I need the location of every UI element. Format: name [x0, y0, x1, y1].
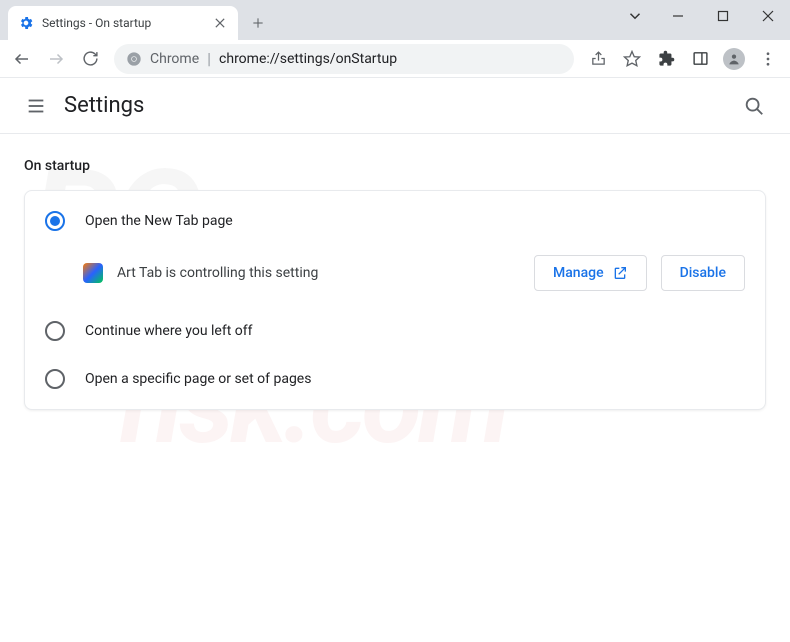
search-settings-button[interactable]: [734, 86, 774, 126]
disable-extension-button[interactable]: Disable: [661, 255, 745, 291]
chrome-logo-icon: [126, 51, 142, 67]
reload-button[interactable]: [74, 43, 106, 75]
page-title: Settings: [64, 93, 144, 118]
section-title: On startup: [24, 158, 766, 174]
forward-button[interactable]: [40, 43, 72, 75]
radio-option-new-tab[interactable]: Open the New Tab page: [25, 197, 765, 245]
browser-tab[interactable]: Settings - On startup: [8, 6, 238, 40]
share-button[interactable]: [582, 43, 614, 75]
url-text: chrome://settings/onStartup: [219, 51, 397, 67]
notice-text: Art Tab is controlling this setting: [117, 265, 520, 281]
browser-toolbar: Chrome | chrome://settings/onStartup: [0, 40, 790, 78]
window-controls: [615, 0, 790, 32]
window-maximize-button[interactable]: [700, 0, 745, 32]
external-link-icon: [612, 265, 628, 281]
radio-unchecked-icon: [45, 369, 65, 389]
extension-icon: [83, 263, 103, 283]
radio-label: Continue where you left off: [85, 323, 253, 339]
settings-content: On startup Open the New Tab page Art Tab…: [0, 134, 790, 434]
side-panel-button[interactable]: [684, 43, 716, 75]
startup-options-card: Open the New Tab page Art Tab is control…: [24, 190, 766, 410]
manage-label: Manage: [553, 265, 604, 281]
extension-controlled-notice: Art Tab is controlling this setting Mana…: [25, 245, 765, 307]
settings-header: Settings: [0, 78, 790, 134]
window-minimize-button[interactable]: [655, 0, 700, 32]
settings-gear-icon: [18, 15, 34, 31]
bookmark-button[interactable]: [616, 43, 648, 75]
url-scheme-label: Chrome: [150, 51, 199, 67]
new-tab-button[interactable]: [244, 9, 272, 37]
tab-title: Settings - On startup: [42, 16, 204, 30]
tab-close-button[interactable]: [212, 15, 228, 31]
chrome-menu-button[interactable]: [752, 43, 784, 75]
radio-label: Open the New Tab page: [85, 213, 233, 229]
radio-option-continue[interactable]: Continue where you left off: [25, 307, 765, 355]
hamburger-menu-button[interactable]: [16, 86, 56, 126]
profile-button[interactable]: [718, 43, 750, 75]
address-bar[interactable]: Chrome | chrome://settings/onStartup: [114, 44, 574, 74]
radio-unchecked-icon: [45, 321, 65, 341]
window-close-button[interactable]: [745, 0, 790, 32]
radio-checked-icon: [45, 211, 65, 231]
window-dropdown-icon[interactable]: [615, 7, 655, 25]
url-divider: |: [207, 49, 211, 68]
radio-label: Open a specific page or set of pages: [85, 371, 311, 387]
manage-extension-button[interactable]: Manage: [534, 255, 647, 291]
radio-option-specific-pages[interactable]: Open a specific page or set of pages: [25, 355, 765, 403]
extensions-button[interactable]: [650, 43, 682, 75]
avatar-icon: [723, 48, 745, 70]
disable-label: Disable: [680, 265, 726, 281]
back-button[interactable]: [6, 43, 38, 75]
